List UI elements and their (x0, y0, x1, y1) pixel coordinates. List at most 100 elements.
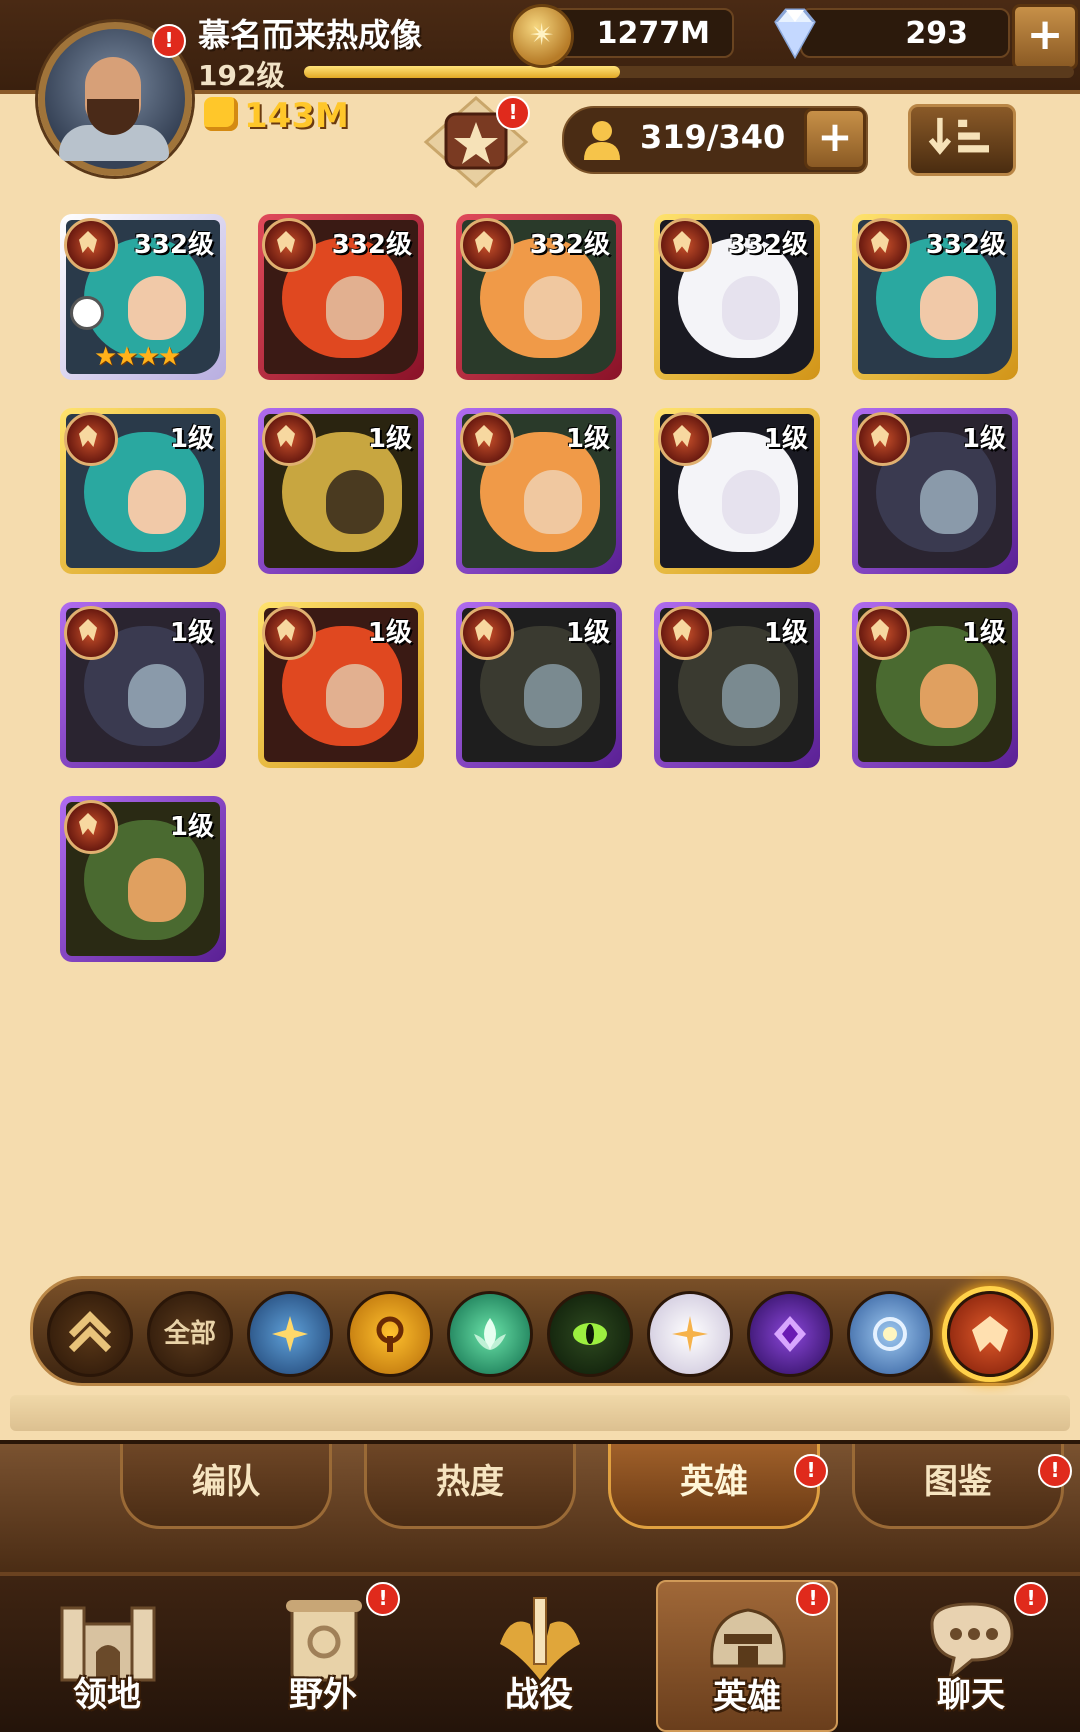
collapse-filter-button[interactable] (47, 1291, 133, 1377)
faction-filter-bar: 全部 (30, 1276, 1054, 1386)
avatar-notification-badge: ! (152, 24, 186, 58)
hero-level: 1级 (169, 812, 214, 842)
hero-face (722, 470, 780, 534)
hero-face (722, 276, 780, 340)
draconis-faction-icon (262, 606, 316, 660)
hero-card[interactable]: 1级 (258, 602, 424, 768)
hero-level: 1级 (169, 424, 214, 454)
tab-heroes[interactable]: 英雄 (608, 1444, 820, 1529)
hero-card[interactable]: 1级 (456, 602, 622, 768)
hero-card[interactable]: 332级 (654, 214, 820, 380)
hero-face (128, 664, 186, 728)
hero-face (326, 276, 384, 340)
hero-level: 332级 (133, 230, 214, 260)
draconis-faction-icon (64, 412, 118, 466)
nav-campaign[interactable]: 战役 (450, 1580, 628, 1728)
hero-face (920, 470, 978, 534)
diamond-counter: 293 (800, 8, 1010, 58)
hero-card[interactable]: 1级 (654, 602, 820, 768)
draconis-faction-icon (64, 800, 118, 854)
sort-icon (928, 117, 989, 155)
decorative-shelf (10, 1395, 1070, 1431)
hero-card[interactable]: 1级 (456, 408, 622, 574)
graveborn-eye-icon (573, 1323, 607, 1345)
add-diamonds-button[interactable]: + (1012, 4, 1078, 70)
roster-count: 319/340 (640, 118, 786, 156)
nav-heroes-label: 英雄 (713, 1677, 781, 1717)
gold-value: 1277M (596, 16, 710, 51)
fist-icon (204, 97, 238, 131)
hero-stars: ★★★★ (94, 342, 181, 372)
hero-card[interactable]: 332级 (258, 214, 424, 380)
hero-face (524, 664, 582, 728)
hero-level: 1级 (565, 618, 610, 648)
hero-card[interactable]: 1级 (852, 408, 1018, 574)
hero-level: 1级 (763, 424, 808, 454)
filter-dimensional-button[interactable] (847, 1291, 933, 1377)
nav-campaign-label: 战役 (505, 1675, 573, 1715)
draconis-faction-icon (460, 412, 514, 466)
draconis-faction-icon (460, 606, 514, 660)
xp-progress-fill (304, 66, 620, 78)
hero-card[interactable]: 1级 (852, 602, 1018, 768)
filter-hypogean-button[interactable] (747, 1291, 833, 1377)
hero-card[interactable]: 1级 (258, 408, 424, 574)
hero-level: 1级 (367, 424, 412, 454)
combat-power-value: 143M (244, 96, 349, 136)
hero-face (326, 470, 384, 534)
player-name: 慕名而来热成像 (198, 16, 423, 54)
celestial-star-icon (672, 1316, 708, 1352)
filter-wilder-button[interactable] (447, 1291, 533, 1377)
hero-level: 332级 (529, 230, 610, 260)
clock-icon (70, 296, 104, 330)
draconis-faction-icon (460, 218, 514, 272)
dimensional-portal-icon (873, 1317, 907, 1351)
combat-power: 143M (204, 96, 349, 136)
draconis-faction-icon (262, 218, 316, 272)
filter-graveborn-button[interactable] (547, 1291, 633, 1377)
draconis-faction-icon (856, 412, 910, 466)
hero-level: 1级 (169, 618, 214, 648)
hero-level: 1级 (367, 618, 412, 648)
hero-card[interactable]: 1级 (60, 796, 226, 962)
bottom-navigation: 领地 野外 战役 英雄 聊天 (0, 1572, 1080, 1732)
xp-progress-bar (304, 66, 1074, 78)
hero-level: 1级 (565, 424, 610, 454)
sort-button[interactable] (908, 104, 1016, 176)
draconis-faction-icon (658, 412, 712, 466)
hero-card[interactable]: 1级 (60, 602, 226, 768)
filter-draconis-button[interactable] (947, 1291, 1033, 1377)
tab-heroes-badge: ! (794, 1454, 828, 1488)
double-chevron-up-icon (68, 1310, 112, 1353)
hero-face (128, 858, 186, 922)
draconis-faction-icon (262, 412, 316, 466)
tab-collection[interactable]: 图鉴 (852, 1444, 1064, 1529)
hero-card[interactable]: 1级 (60, 408, 226, 574)
filter-celestial-button[interactable] (647, 1291, 733, 1377)
lightbearer-star-icon (272, 1316, 308, 1352)
player-level: 192级 (198, 59, 285, 92)
hero-level: 332级 (727, 230, 808, 260)
hero-level: 332级 (331, 230, 412, 260)
filter-all-button[interactable]: 全部 (147, 1291, 233, 1377)
filter-mauler-button[interactable] (347, 1291, 433, 1377)
hero-card[interactable]: 332级 (852, 214, 1018, 380)
hero-level: 332级 (925, 230, 1006, 260)
hero-face (920, 276, 978, 340)
hero-card[interactable]: 1级 (654, 408, 820, 574)
nav-territory[interactable]: 领地 (18, 1580, 196, 1728)
hero-level: 1级 (961, 618, 1006, 648)
diamond-value: 293 (905, 16, 968, 51)
hero-face (128, 276, 186, 340)
expand-roster-button[interactable]: + (804, 108, 866, 170)
nav-chat-label: 聊天 (937, 1675, 1005, 1715)
person-icon (584, 121, 620, 160)
tab-popularity[interactable]: 热度 (364, 1444, 576, 1529)
filter-lightbearer-button[interactable] (247, 1291, 333, 1377)
tab-formation[interactable]: 编队 (120, 1444, 332, 1529)
hero-card[interactable]: 332级 ★★★★ (60, 214, 226, 380)
hero-card[interactable]: 332级 (456, 214, 622, 380)
hero-face (920, 664, 978, 728)
gold-coin-icon: ✴ (510, 4, 574, 68)
hero-face (326, 664, 384, 728)
